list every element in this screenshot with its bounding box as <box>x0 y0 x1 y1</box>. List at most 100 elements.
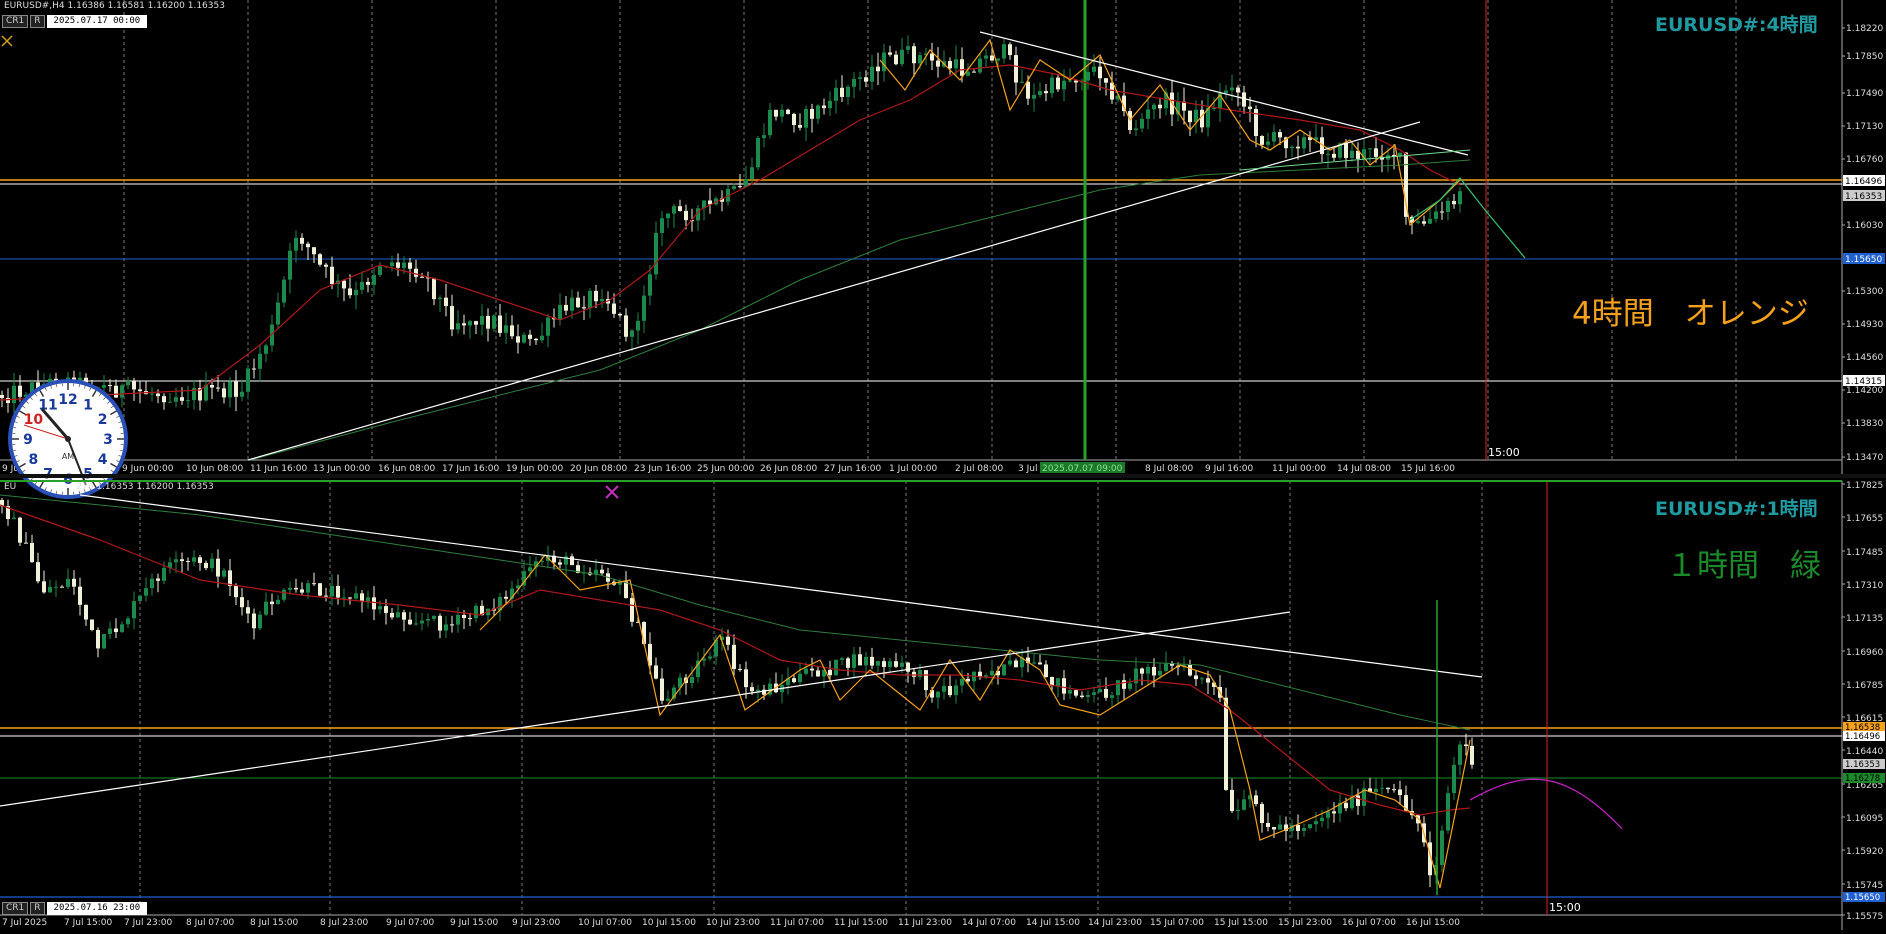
h1-crosshair-box: CR1R2025.07.16 23:00 <box>2 902 149 914</box>
clock-numeral: 1 <box>83 397 93 413</box>
candle-body <box>444 298 448 306</box>
h4-time-label: 9 Jun 00:00 <box>122 464 174 474</box>
candle-body <box>1062 81 1066 90</box>
candle-body <box>582 307 586 308</box>
r-label[interactable]: R <box>30 902 44 915</box>
candle-body <box>444 624 448 630</box>
h4-time-label: 2 Jul 08:00 <box>955 464 1004 474</box>
candle-body <box>162 568 166 581</box>
candle-body <box>1062 678 1066 693</box>
candle-body <box>948 686 952 695</box>
candle-body <box>324 596 328 597</box>
candle-body <box>1326 154 1330 155</box>
candle-body <box>282 590 286 600</box>
h4-price-label: 1.13830 <box>1846 419 1883 429</box>
candle-body <box>600 570 604 574</box>
h1-time-label: 7 Jul 15:00 <box>64 918 113 928</box>
candle-body <box>522 335 526 343</box>
candle-body <box>282 280 286 303</box>
candle-body <box>132 381 136 389</box>
h4-price-label: 1.14200 <box>1846 386 1883 396</box>
candle-body <box>24 543 28 544</box>
cr1-label[interactable]: CR1 <box>2 15 28 28</box>
candle-body <box>1224 698 1228 790</box>
candle-body <box>858 77 862 79</box>
candle-body <box>1440 831 1444 865</box>
candle-body <box>474 321 478 325</box>
candle-body <box>1206 678 1210 682</box>
candle-body <box>660 679 664 701</box>
r-label[interactable]: R <box>30 15 44 28</box>
candle-body <box>420 621 424 624</box>
candle-body <box>468 618 472 619</box>
candle-body <box>360 593 364 601</box>
candle-body <box>678 206 682 211</box>
candle-body <box>1104 78 1108 82</box>
h4-price-tag-label: 1.15650 <box>1845 255 1882 265</box>
candle-body <box>102 634 106 648</box>
candle-body <box>18 386 22 397</box>
candle-body <box>1398 789 1402 795</box>
candle-body <box>1092 692 1096 695</box>
candle-body <box>180 559 184 561</box>
h1-time-label: 16 Jul 07:00 <box>1342 918 1396 928</box>
candle-body <box>168 402 172 403</box>
candle-body <box>1098 67 1102 79</box>
candle-body <box>102 385 106 388</box>
h1-price-tag-label: 1.15650 <box>1845 893 1880 903</box>
candle-body <box>1026 82 1030 99</box>
candle-body <box>990 56 994 61</box>
candle-body <box>1032 662 1036 663</box>
candle-body <box>816 670 820 676</box>
h1-price-label: 1.16960 <box>1846 648 1883 658</box>
candle-body <box>120 624 124 632</box>
h1-time-label: 8 Jul 23:00 <box>320 918 369 928</box>
candle-body <box>246 607 250 613</box>
candle-body <box>966 679 970 681</box>
candle-body <box>342 598 346 599</box>
candle-body <box>366 597 370 601</box>
candle-body <box>1074 690 1078 696</box>
candle-body <box>828 101 832 108</box>
cr1-label[interactable]: CR1 <box>2 902 28 915</box>
candle-body <box>408 263 412 269</box>
h1-time-label: 15 Jul 23:00 <box>1278 918 1332 928</box>
h4-price-label: 1.17490 <box>1846 89 1883 99</box>
candle-body <box>744 669 748 687</box>
candle-body <box>1404 153 1408 217</box>
candle-body <box>426 619 430 621</box>
h4-time-label: 1 Jul 00:00 <box>889 464 938 474</box>
candle-body <box>42 581 46 592</box>
candle-body <box>144 588 148 596</box>
candle-body <box>126 381 130 385</box>
candle-body <box>798 125 802 128</box>
candle-body <box>516 336 520 342</box>
h4-time-label: 9 Jul 16:00 <box>1205 464 1254 474</box>
candle-body <box>1446 201 1450 212</box>
candle-body <box>558 305 562 319</box>
candle-body <box>348 598 352 599</box>
candle-body <box>1044 91 1048 93</box>
candle-body <box>1044 664 1048 677</box>
candle-body <box>972 72 976 73</box>
candle-body <box>264 345 268 353</box>
h1-chart-title: EURUSD#:1時間 <box>1655 494 1818 521</box>
h1-time-label: 11 Jul 07:00 <box>770 918 824 928</box>
h4-price-label: 1.14930 <box>1846 320 1883 330</box>
candle-body <box>1002 664 1006 675</box>
chart-canvas[interactable]: 1.182201.178501.174901.171301.167601.160… <box>0 0 1886 930</box>
h4-time-label: 19 Jun 00:00 <box>506 464 563 474</box>
candle-body <box>990 671 994 676</box>
candle-body <box>306 583 310 592</box>
h1-info-values: 278 1.16353 1.16200 1.16353 <box>76 482 213 492</box>
candle-body <box>540 336 544 340</box>
candle-body <box>366 282 370 285</box>
candle-body <box>804 109 808 128</box>
candle-body <box>1386 788 1390 789</box>
pane-separator[interactable] <box>0 474 1886 478</box>
candle-body <box>900 50 904 64</box>
candle-body <box>1296 825 1300 831</box>
candle-body <box>960 59 964 76</box>
candle-body <box>1368 148 1372 149</box>
h4-price-label: 1.18220 <box>1846 24 1883 34</box>
